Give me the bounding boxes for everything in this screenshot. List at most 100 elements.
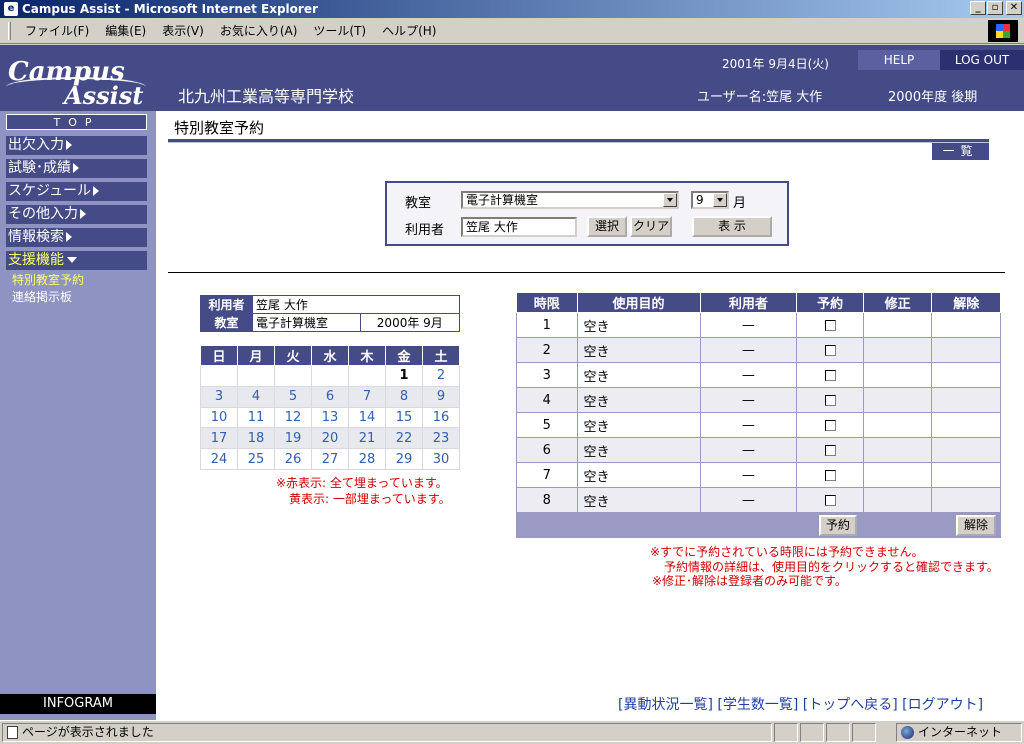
calendar-day[interactable]: 1 (385, 365, 423, 387)
menu-help[interactable]: ヘルプ(H) (374, 22, 444, 39)
status-pane-empty-2 (800, 723, 824, 742)
calendar-day[interactable]: 18 (237, 427, 275, 450)
sidebar-item-attendance[interactable]: 出欠入力 (6, 136, 147, 155)
calendar-week: 17 18 19 20 21 22 23 (200, 427, 460, 450)
arrow-right-icon (73, 163, 79, 173)
cancel-cell (931, 362, 1001, 388)
page-icon (7, 726, 18, 739)
calendar-day[interactable]: 2 (422, 365, 460, 387)
calendar-day[interactable]: 22 (385, 427, 423, 450)
sidebar-top-button[interactable]: TOP (6, 114, 147, 130)
purpose-cell[interactable]: 空き (576, 437, 701, 463)
edit-cell (862, 437, 933, 463)
reserve-checkbox[interactable] (824, 419, 836, 431)
clear-button[interactable]: クリア (630, 216, 672, 237)
calendar-day[interactable]: 26 (274, 448, 312, 470)
menu-edit[interactable]: 編集(E) (97, 22, 154, 39)
reserve-checkbox[interactable] (824, 469, 836, 481)
purpose-cell[interactable]: 空き (576, 337, 701, 363)
room-select[interactable]: 電子計算機室 (461, 191, 679, 209)
sidebar-subitem-room-reservation[interactable]: 特別教室予約 (12, 271, 84, 288)
calendar-day[interactable]: 30 (422, 448, 460, 470)
sidebar-item-info-search[interactable]: 情報検索 (6, 228, 147, 247)
purpose-cell[interactable]: 空き (576, 387, 701, 413)
calendar-day[interactable]: 5 (274, 385, 312, 408)
calendar-day[interactable]: 27 (311, 448, 349, 470)
calendar-day[interactable]: 20 (311, 427, 349, 450)
calendar-day[interactable]: 28 (348, 448, 386, 470)
status-pane-empty-1 (774, 723, 798, 742)
reservation-column-header: 利用者 (699, 292, 798, 313)
maximize-button[interactable]: ▫ (987, 1, 1003, 15)
calendar-day[interactable]: 4 (237, 385, 275, 408)
show-button[interactable]: 表 示 (692, 216, 772, 237)
calendar-day[interactable]: 17 (200, 427, 238, 450)
reserve-checkbox[interactable] (824, 444, 836, 456)
select-user-button[interactable]: 選択 (587, 216, 627, 237)
calendar-day[interactable]: 19 (274, 427, 312, 450)
cancel-cell (931, 337, 1001, 363)
arrow-right-icon (93, 186, 100, 196)
reserve-checkbox[interactable] (824, 394, 836, 406)
minimize-button[interactable]: _ (970, 1, 986, 15)
menu-tools[interactable]: ツール(T) (305, 22, 374, 39)
calendar-day[interactable]: 24 (200, 448, 238, 470)
calendar-day[interactable]: 23 (422, 427, 460, 450)
close-button[interactable]: ✕ (1006, 1, 1022, 15)
link-transfer-status[interactable]: [異動状況一覧] (618, 697, 713, 713)
menu-view[interactable]: 表示(V) (154, 22, 212, 39)
calendar-day[interactable]: 9 (422, 385, 460, 408)
logout-button[interactable]: LOG OUT (940, 50, 1024, 70)
menu-file[interactable]: ファイル(F) (17, 22, 97, 39)
sidebar-item-other-input[interactable]: その他入力 (6, 205, 147, 224)
infogram-label: INFOGRAM (0, 694, 156, 714)
calendar-day[interactable]: 6 (311, 385, 349, 408)
calendar-day[interactable]: 10 (200, 406, 238, 429)
reservation-column-header: 使用目的 (576, 292, 701, 313)
edit-cell (862, 387, 933, 413)
purpose-cell[interactable]: 空き (576, 462, 701, 488)
reserve-checkbox[interactable] (824, 369, 836, 381)
month-select[interactable]: 9 (691, 191, 729, 209)
calendar-day[interactable]: 14 (348, 406, 386, 429)
link-logout[interactable]: [ログアウト] (902, 697, 983, 713)
link-back-to-top[interactable]: [トップへ戻る] (803, 697, 898, 713)
calendar-day[interactable]: 3 (200, 385, 238, 408)
menu-favorites[interactable]: お気に入り(A) (212, 22, 306, 39)
sidebar-item-support[interactable]: 支援機能 (6, 251, 147, 270)
calendar-day[interactable]: 8 (385, 385, 423, 408)
link-student-count[interactable]: [学生数一覧] (717, 697, 798, 713)
calendar-day[interactable]: 29 (385, 448, 423, 470)
purpose-cell[interactable]: 空き (576, 312, 701, 338)
reserve-button[interactable]: 予約 (818, 514, 857, 536)
reservation-column-header: 修正 (862, 292, 933, 313)
calendar-day[interactable]: 7 (348, 385, 386, 408)
help-button[interactable]: HELP (858, 50, 940, 70)
purpose-cell[interactable]: 空き (576, 487, 701, 513)
calendar-day[interactable]: 13 (311, 406, 349, 429)
sidebar-item-exam-grades[interactable]: 試験･成績 (6, 159, 147, 178)
list-view-button[interactable]: 一覧 (932, 143, 989, 160)
reserve-checkbox[interactable] (824, 494, 836, 506)
calendar-day[interactable]: 21 (348, 427, 386, 450)
calendar-day[interactable]: 16 (422, 406, 460, 429)
calendar-day[interactable]: 12 (274, 406, 312, 429)
reservation-action-row: 予約 解除 (516, 512, 1002, 538)
calendar-day[interactable]: 15 (385, 406, 423, 429)
reserve-checkbox[interactable] (824, 344, 836, 356)
user-input[interactable]: 笠尾 大作 (461, 217, 577, 237)
main-content: 特別教室予約 一覧 教室 電子計算機室 9 月 利用者 笠尾 大作 選択 クリア… (156, 111, 1024, 720)
calendar-day[interactable]: 11 (237, 406, 275, 429)
reservation-row: 5 空き — (516, 412, 1001, 438)
purpose-cell[interactable]: 空き (576, 412, 701, 438)
reservation-column-header: 予約 (796, 292, 864, 313)
user-cell: — (699, 487, 798, 513)
section-divider (168, 272, 1005, 273)
calendar-week: 12 (200, 365, 460, 387)
cancel-reservation-button[interactable]: 解除 (956, 514, 996, 536)
calendar-day[interactable]: 25 (237, 448, 275, 470)
reserve-checkbox[interactable] (824, 319, 836, 331)
sidebar-item-schedule[interactable]: スケジュール (6, 182, 147, 201)
sidebar-subitem-bulletin-board[interactable]: 連絡掲示板 (12, 288, 72, 305)
purpose-cell[interactable]: 空き (576, 362, 701, 388)
